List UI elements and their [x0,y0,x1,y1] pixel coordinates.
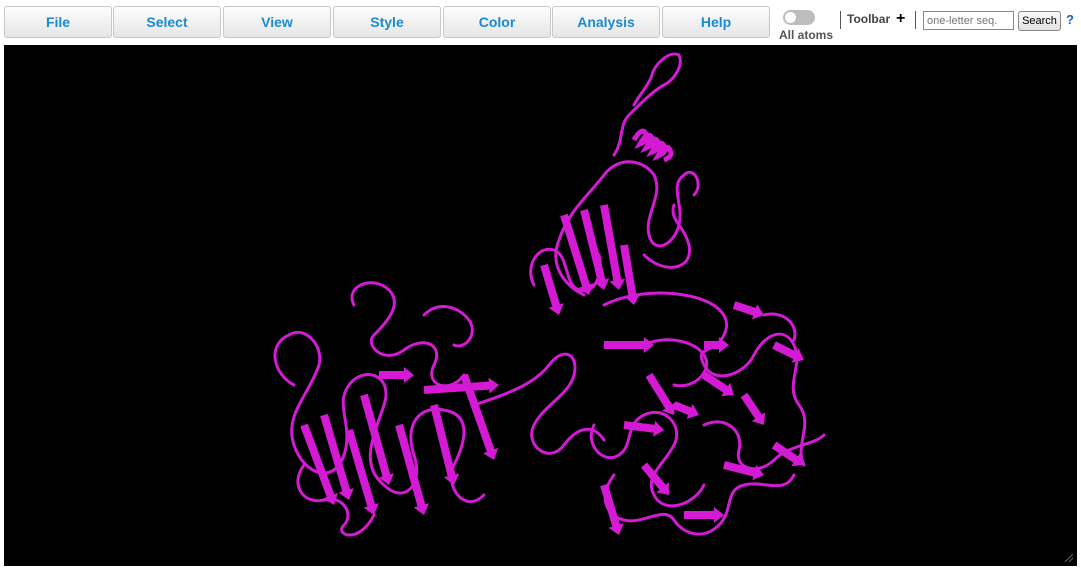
protein-cartoon [273,52,826,537]
beta-strand [640,462,669,495]
beta-strand [604,337,654,353]
menu-file-button[interactable]: File [4,6,112,38]
beta-strand [672,401,699,419]
menu-style-button[interactable]: Style [333,6,441,38]
all-atoms-label: All atoms [779,28,834,42]
all-atoms-toggle-group: All atoms [779,8,839,42]
toolbar-label: Toolbar [847,12,891,26]
all-atoms-toggle[interactable] [783,10,815,25]
separator [840,11,841,29]
beta-strand [645,372,676,415]
menu-select-button[interactable]: Select [113,6,221,38]
menu-help-button[interactable]: Help [662,6,770,38]
beta-strand [732,301,764,320]
structure-viewer-canvas[interactable] [4,45,1077,566]
alpha-helix [631,128,674,163]
plus-icon[interactable]: + [896,9,905,29]
beta-strand [600,483,624,535]
search-button[interactable]: Search [1018,11,1061,31]
toggle-knob [785,12,796,23]
resize-handle-icon[interactable] [1065,554,1073,562]
menu-analysis-button[interactable]: Analysis [552,6,660,38]
beta-strand [684,507,724,523]
beta-strand [620,244,641,305]
beta-strand [772,341,804,363]
separator [915,11,916,29]
help-icon[interactable]: ? [1066,12,1074,27]
beta-strand [379,367,414,383]
beta-strand [430,404,460,485]
menu-view-button[interactable]: View [223,6,331,38]
menu-color-button[interactable]: Color [443,6,551,38]
beta-strand [740,392,766,425]
sequence-search-input[interactable] [923,11,1014,30]
menu-bar: File Select View Style Color Analysis He… [0,0,1081,44]
